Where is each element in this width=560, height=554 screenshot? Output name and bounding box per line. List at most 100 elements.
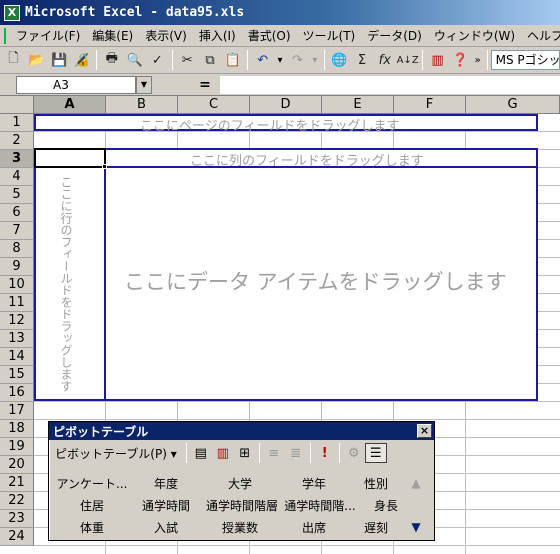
pivot-field-button[interactable]: 授業数 bbox=[203, 518, 277, 538]
row-header[interactable]: 22 bbox=[0, 492, 34, 510]
row-header[interactable]: 1 bbox=[0, 114, 34, 132]
row-header[interactable]: 14 bbox=[0, 348, 34, 366]
row-header[interactable]: 13 bbox=[0, 330, 34, 348]
field-list-scroll-up-icon[interactable]: ▲ bbox=[408, 476, 424, 492]
excel-app-icon[interactable]: X bbox=[4, 4, 20, 21]
formula-input[interactable] bbox=[220, 75, 560, 94]
row-header[interactable]: 9 bbox=[0, 258, 34, 276]
row-header[interactable]: 21 bbox=[0, 474, 34, 492]
row-header[interactable]: 12 bbox=[0, 312, 34, 330]
cut-icon[interactable]: ✂ bbox=[176, 49, 199, 71]
column-header-b[interactable]: B bbox=[106, 96, 178, 114]
row-header[interactable]: 20 bbox=[0, 456, 34, 474]
page-field-drop-zone[interactable]: ここにページのフィールドをドラッグします bbox=[34, 114, 538, 134]
row-header[interactable]: 11 bbox=[0, 294, 34, 312]
column-header-f[interactable]: F bbox=[394, 96, 466, 114]
pivottable-toolbar-titlebar[interactable]: ピボットテーブル × bbox=[49, 422, 434, 440]
column-header-g[interactable]: G bbox=[466, 96, 560, 114]
pivot-field-button[interactable]: 通学時間 bbox=[129, 496, 203, 516]
column-header-e[interactable]: E bbox=[322, 96, 394, 114]
show-field-list-icon[interactable]: ☰ bbox=[364, 443, 387, 463]
menu-edit[interactable]: 編集(E) bbox=[86, 26, 139, 46]
row-header[interactable]: 15 bbox=[0, 366, 34, 384]
row-header[interactable]: 4 bbox=[0, 168, 34, 186]
row-header[interactable]: 17 bbox=[0, 402, 34, 420]
row-header[interactable]: 24 bbox=[0, 528, 34, 546]
spelling-icon[interactable]: ✓ bbox=[146, 49, 169, 71]
pivot-field-button[interactable]: 遅刻 bbox=[339, 518, 413, 538]
pivot-field-button[interactable]: 身長 bbox=[349, 496, 423, 516]
select-all-corner[interactable] bbox=[0, 96, 34, 114]
row-header[interactable]: 19 bbox=[0, 438, 34, 456]
open-folder-icon[interactable]: 📂 bbox=[25, 49, 48, 71]
pivot-field-button[interactable]: 通学時間階... bbox=[281, 496, 359, 516]
column-header-a[interactable]: A bbox=[34, 96, 106, 114]
font-name-box[interactable]: MS Pゴシック bbox=[490, 50, 560, 70]
row-header[interactable]: 5 bbox=[0, 186, 34, 204]
undo-icon[interactable]: ↶ bbox=[251, 49, 274, 71]
format-report-icon[interactable]: ▤ bbox=[190, 443, 212, 463]
pivottable-wizard-icon[interactable]: ⊞ bbox=[234, 443, 256, 463]
show-detail-icon[interactable]: ≣ bbox=[285, 443, 307, 463]
pivot-field-button[interactable]: 住居 bbox=[55, 496, 129, 516]
field-list-scroll-down-icon[interactable]: ▼ bbox=[408, 520, 424, 536]
close-icon[interactable]: × bbox=[417, 424, 432, 438]
field-settings-icon[interactable]: ⚙ bbox=[343, 443, 365, 463]
data-item-drop-zone[interactable]: ここにデータ アイテムをドラッグします bbox=[104, 166, 538, 401]
chart-wizard-icon[interactable]: ▥ bbox=[212, 443, 234, 463]
refresh-data-icon[interactable]: ! bbox=[314, 443, 336, 463]
pivottable-toolbar-window[interactable]: ピボットテーブル × ピボットテーブル(P) ▾ ▤ ▥ ⊞ ≡ ≣ ! ⚙ ☰… bbox=[48, 421, 435, 541]
active-cell[interactable] bbox=[34, 148, 106, 168]
menu-insert[interactable]: 挿入(I) bbox=[193, 26, 242, 46]
row-header[interactable]: 8 bbox=[0, 240, 34, 258]
pivot-field-button[interactable]: 通学時間階層 bbox=[203, 496, 281, 516]
copy-icon[interactable]: ⧉ bbox=[199, 49, 222, 71]
pivot-field-button[interactable]: 体重 bbox=[55, 518, 129, 538]
toolbar-options-icon[interactable]: » bbox=[472, 55, 484, 66]
sort-ascending-icon[interactable]: A↓Z bbox=[396, 49, 419, 71]
row-header[interactable]: 2 bbox=[0, 132, 34, 150]
row-header[interactable]: 10 bbox=[0, 276, 34, 294]
fill-handle[interactable] bbox=[102, 164, 107, 169]
column-header-c[interactable]: C bbox=[178, 96, 250, 114]
pivot-field-button[interactable]: 性別 bbox=[339, 474, 413, 494]
menu-file[interactable]: ファイル(F) bbox=[10, 26, 86, 46]
column-header-d[interactable]: D bbox=[250, 96, 322, 114]
redo-dropdown-icon[interactable]: ▾ bbox=[309, 55, 321, 66]
pivottable-menu-button[interactable]: ピボットテーブル(P) ▾ bbox=[55, 445, 183, 462]
row-header[interactable]: 7 bbox=[0, 222, 34, 240]
row-header[interactable]: 16 bbox=[0, 384, 34, 402]
row-header[interactable]: 3 bbox=[0, 150, 34, 168]
print-preview-icon[interactable]: 🔍 bbox=[123, 49, 146, 71]
paste-icon[interactable]: 📋 bbox=[221, 49, 244, 71]
name-box-dropdown-icon[interactable]: ▼ bbox=[136, 75, 152, 94]
workbook-icon[interactable] bbox=[4, 27, 6, 44]
name-box[interactable]: A3 bbox=[16, 75, 136, 94]
new-document-icon[interactable]: 🗋 bbox=[2, 49, 25, 71]
menu-tools[interactable]: ツール(T) bbox=[297, 26, 362, 46]
help-icon[interactable]: ❓ bbox=[449, 49, 472, 71]
column-field-drop-zone[interactable]: ここに列のフィールドをドラッグします bbox=[104, 148, 538, 169]
autosum-icon[interactable]: Σ bbox=[351, 49, 374, 71]
menu-help[interactable]: ヘルプ(H) bbox=[521, 26, 560, 46]
menu-format[interactable]: 書式(O) bbox=[242, 26, 297, 46]
chart-wizard-icon[interactable]: ▥ bbox=[426, 49, 449, 71]
menu-view[interactable]: 表示(V) bbox=[139, 26, 193, 46]
redo-icon[interactable]: ↷ bbox=[286, 49, 309, 71]
row-header[interactable]: 18 bbox=[0, 420, 34, 438]
row-header[interactable]: 23 bbox=[0, 510, 34, 528]
row-field-drop-zone[interactable]: ここに行のフィールドをドラッグします bbox=[34, 166, 106, 401]
permission-icon[interactable]: 🔏 bbox=[70, 49, 93, 71]
hyperlink-icon[interactable]: 🌐 bbox=[328, 49, 351, 71]
hide-detail-icon[interactable]: ≡ bbox=[263, 443, 285, 463]
menu-data[interactable]: データ(D) bbox=[361, 26, 428, 46]
pivot-field-button[interactable]: 大学 bbox=[203, 474, 277, 494]
insert-function-icon[interactable]: fx bbox=[373, 49, 396, 71]
save-icon[interactable]: 💾 bbox=[48, 49, 71, 71]
pivot-field-button[interactable]: アンケート... bbox=[55, 474, 129, 494]
undo-dropdown-icon[interactable]: ▾ bbox=[274, 55, 286, 66]
row-header[interactable]: 6 bbox=[0, 204, 34, 222]
pivot-field-button[interactable]: 入試 bbox=[129, 518, 203, 538]
pivot-field-button[interactable]: 年度 bbox=[129, 474, 203, 494]
menu-window[interactable]: ウィンドウ(W) bbox=[428, 26, 521, 46]
